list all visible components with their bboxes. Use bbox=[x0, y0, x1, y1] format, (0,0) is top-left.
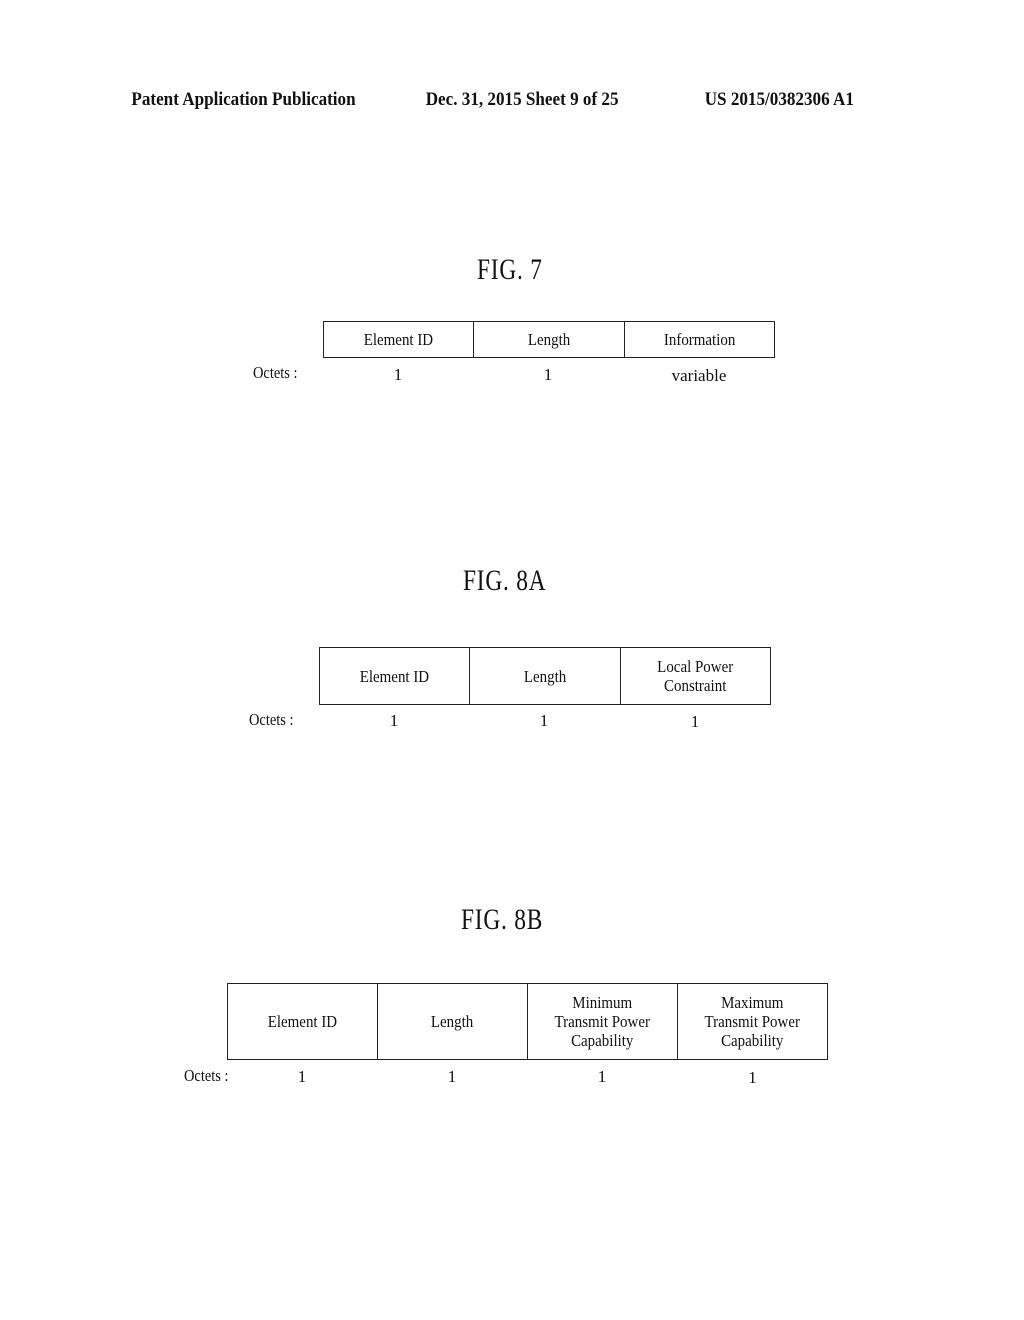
field-cell-information: Information bbox=[625, 322, 774, 357]
field-cell-length: Length bbox=[474, 322, 625, 357]
field-cell-min-transmit-power: Minimum Transmit Power Capability bbox=[528, 984, 678, 1059]
octet-count: 1 bbox=[539, 711, 549, 730]
field-label: Element ID bbox=[267, 1012, 338, 1031]
publication-label: Patent Application Publication bbox=[131, 89, 356, 110]
patent-number: US 2015/0382306 A1 bbox=[704, 89, 854, 110]
field-label: Information bbox=[663, 330, 736, 349]
octet-count: 1 bbox=[297, 1067, 307, 1086]
field-label: Length bbox=[527, 330, 571, 349]
field-cell-max-transmit-power: Maximum Transmit Power Capability bbox=[678, 984, 827, 1059]
field-label: Length bbox=[523, 666, 567, 686]
octet-count: 1 bbox=[447, 1067, 457, 1086]
field-cell-length: Length bbox=[470, 648, 621, 704]
field-cell-local-power-constraint: Local Power Constraint bbox=[621, 648, 770, 704]
element-format-table: Element ID Length Local Power Constraint bbox=[319, 647, 771, 705]
field-cell-element-id: Element ID bbox=[320, 648, 471, 704]
field-cell-element-id: Element ID bbox=[228, 984, 378, 1059]
octet-count: 1 bbox=[543, 365, 553, 384]
page-header: Patent Application Publication Dec. 31, … bbox=[0, 89, 922, 113]
element-format-table: Element ID Length Information bbox=[323, 321, 775, 358]
field-cell-element-id: Element ID bbox=[324, 322, 475, 357]
octet-count: 1 bbox=[690, 712, 700, 731]
octets-label: Octets : bbox=[184, 1066, 229, 1085]
octet-count: variable bbox=[671, 366, 727, 385]
field-cell-length: Length bbox=[378, 984, 528, 1059]
octet-count: 1 bbox=[389, 711, 399, 730]
field-label: Element ID bbox=[363, 330, 434, 349]
element-format-table: Element ID Length Minimum Transmit Power… bbox=[227, 983, 828, 1060]
figure-title: FIG. 8A bbox=[463, 564, 547, 597]
date-sheet-label: Dec. 31, 2015 Sheet 9 of 25 bbox=[425, 89, 619, 110]
octet-count: 1 bbox=[393, 365, 403, 384]
figure-title: FIG. 8B bbox=[461, 903, 544, 936]
octet-count: 1 bbox=[597, 1067, 607, 1086]
field-label: Length bbox=[431, 1012, 474, 1031]
figure-title: FIG. 7 bbox=[477, 253, 543, 286]
field-label: Minimum Transmit Power Capability bbox=[554, 993, 651, 1050]
field-label: Element ID bbox=[359, 666, 430, 686]
field-label: Local Power Constraint bbox=[657, 657, 734, 695]
field-label: Maximum Transmit Power Capability bbox=[704, 993, 801, 1050]
octets-label: Octets : bbox=[249, 710, 294, 729]
octet-count: 1 bbox=[748, 1068, 757, 1087]
octets-label: Octets : bbox=[253, 363, 298, 382]
